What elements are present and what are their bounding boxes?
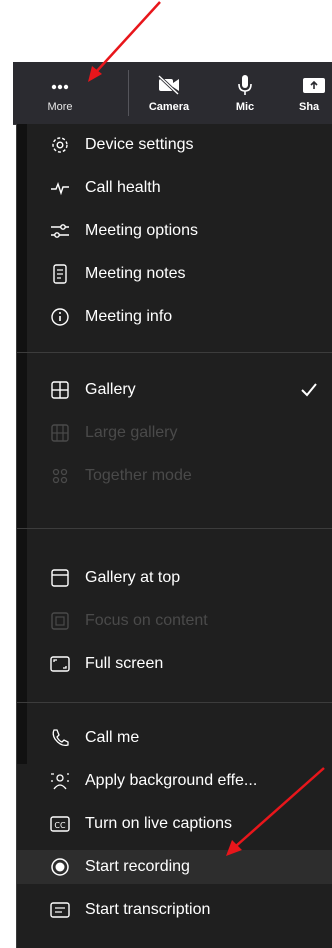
together-mode-icon bbox=[52, 468, 68, 484]
more-label: More bbox=[47, 101, 73, 113]
menu-divider bbox=[17, 528, 332, 529]
menu-item-start-transcription[interactable]: Start transcription bbox=[17, 893, 332, 927]
meeting-toolbar: More Camera Mic Sha bbox=[13, 62, 332, 125]
menu-item-label: Call me bbox=[85, 729, 140, 746]
share-screen-icon bbox=[303, 78, 325, 93]
menu-item-start-recording[interactable]: Start recording bbox=[17, 850, 332, 884]
large-gallery-icon bbox=[51, 424, 69, 442]
menu-item-gallery[interactable]: Gallery bbox=[17, 373, 332, 407]
more-options-menu: Device settings Call health Meeting opti… bbox=[16, 124, 332, 948]
menu-item-label: Call health bbox=[85, 179, 161, 196]
camera-label: Camera bbox=[148, 101, 190, 113]
menu-item-label: Together mode bbox=[85, 467, 192, 484]
menu-item-gallery-at-top[interactable]: Gallery at top bbox=[17, 561, 332, 595]
camera-button[interactable]: Camera bbox=[141, 62, 197, 124]
background-effects-icon bbox=[51, 773, 69, 790]
full-screen-icon bbox=[50, 656, 70, 672]
camera-off-icon bbox=[157, 74, 180, 96]
pulse-icon bbox=[51, 181, 69, 196]
toolbar-separator bbox=[128, 70, 129, 116]
transcript-icon bbox=[50, 902, 70, 918]
mic-label: Mic bbox=[235, 101, 255, 113]
menu-item-label: Focus on content bbox=[85, 612, 208, 629]
menu-item-label: Turn on live captions bbox=[85, 815, 233, 832]
menu-item-meeting-notes[interactable]: Meeting notes bbox=[17, 257, 332, 291]
svg-text:CC: CC bbox=[54, 821, 66, 830]
menu-item-call-health[interactable]: Call health bbox=[17, 171, 332, 205]
menu-item-label: Meeting info bbox=[85, 308, 173, 325]
menu-divider bbox=[17, 352, 332, 353]
more-button[interactable]: More bbox=[35, 62, 85, 124]
menu-divider bbox=[17, 702, 332, 703]
checkmark-icon bbox=[301, 383, 317, 397]
sliders-icon bbox=[51, 224, 69, 238]
menu-item-meeting-options[interactable]: Meeting options bbox=[17, 214, 332, 248]
notes-icon bbox=[53, 264, 67, 284]
info-icon bbox=[51, 308, 69, 326]
menu-item-label: Meeting options bbox=[85, 222, 198, 239]
menu-item-label: Gallery at top bbox=[85, 569, 181, 586]
menu-item-together-mode: Together mode bbox=[17, 459, 332, 493]
menu-item-label: Meeting notes bbox=[85, 265, 186, 282]
phone-icon bbox=[52, 729, 69, 747]
menu-item-label: Device settings bbox=[85, 136, 194, 153]
share-label: Sha bbox=[299, 101, 320, 113]
menu-item-label: Gallery bbox=[85, 381, 136, 398]
menu-item-full-screen[interactable]: Full screen bbox=[17, 647, 332, 681]
menu-item-focus-on-content: Focus on content bbox=[17, 604, 332, 638]
menu-item-apply-background-effects[interactable]: Apply background effe... bbox=[17, 764, 332, 798]
gallery-top-icon bbox=[51, 569, 69, 587]
menu-item-label: Start recording bbox=[85, 858, 190, 875]
gear-icon bbox=[52, 137, 68, 153]
menu-item-large-gallery: Large gallery bbox=[17, 416, 332, 450]
menu-item-live-captions[interactable]: CC Turn on live captions bbox=[17, 807, 332, 841]
menu-item-device-settings[interactable]: Device settings bbox=[17, 128, 332, 162]
share-button[interactable]: Sha bbox=[299, 62, 332, 124]
menu-item-label: Apply background effe... bbox=[85, 772, 258, 789]
focus-content-icon bbox=[51, 612, 69, 630]
mic-button[interactable]: Mic bbox=[225, 62, 265, 124]
menu-item-meeting-info[interactable]: Meeting info bbox=[17, 300, 332, 334]
menu-item-label: Start transcription bbox=[85, 901, 211, 918]
record-icon bbox=[51, 858, 69, 876]
menu-item-label: Full screen bbox=[85, 655, 164, 672]
menu-item-call-me[interactable]: Call me bbox=[17, 721, 332, 755]
menu-item-label: Large gallery bbox=[85, 424, 178, 441]
microphone-icon bbox=[238, 75, 252, 95]
more-options-icon bbox=[51, 84, 69, 90]
gallery-grid-icon bbox=[51, 381, 69, 399]
captions-icon: CC bbox=[50, 816, 70, 832]
